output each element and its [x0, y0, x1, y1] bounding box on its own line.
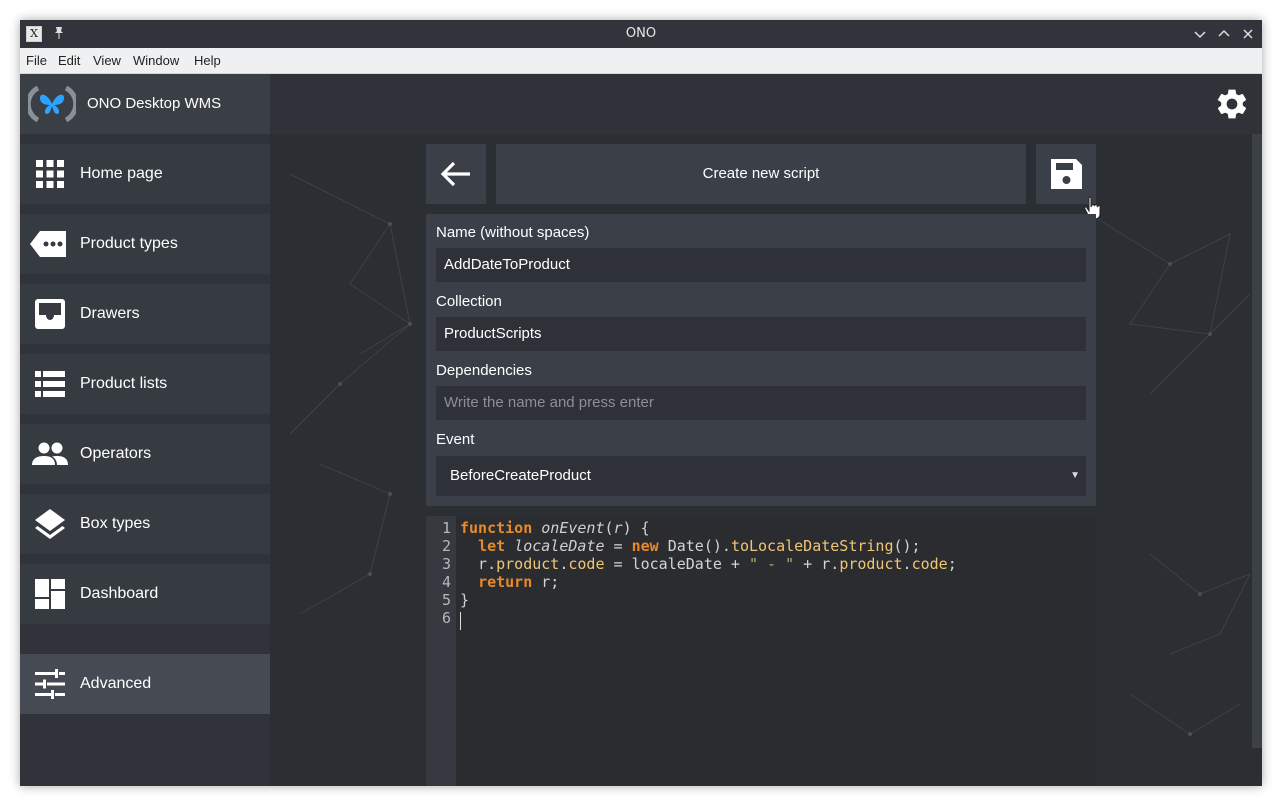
text-cursor — [460, 612, 461, 630]
code-line: return r; — [478, 573, 560, 591]
dependencies-label: Dependencies — [436, 362, 532, 379]
line-number: 3 — [441, 555, 451, 573]
event-select-value: BeforeCreateProduct — [450, 467, 591, 484]
name-field[interactable]: AddDateToProduct — [436, 248, 1086, 282]
dependencies-input[interactable] — [436, 386, 1086, 420]
minimize-icon[interactable] — [1192, 26, 1208, 42]
sidebar-item-label: Dashboard — [80, 585, 159, 602]
sidebar-item-label: Product lists — [80, 375, 168, 392]
sidebar-item-box-types[interactable]: Box types — [20, 494, 270, 554]
maximize-icon[interactable] — [1216, 26, 1232, 42]
line-number: 1 — [441, 519, 451, 537]
sidebar-nav: Home page Product types Drawers Product … — [20, 134, 270, 786]
line-number-gutter: 1 2 3 4 5 6 — [426, 516, 456, 786]
app-brand-title: ONO Desktop WMS — [87, 95, 222, 112]
inbox-icon — [32, 296, 68, 332]
sidebar-item-product-types[interactable]: Product types — [20, 214, 270, 274]
sidebar-item-label: Product types — [80, 235, 178, 252]
sidebar-item-product-lists[interactable]: Product lists — [20, 354, 270, 414]
code-line: function onEvent(r) { — [460, 519, 650, 537]
menu-bar: File Edit View Window Help — [20, 48, 1262, 74]
caret-down-icon: ▼ — [1070, 470, 1080, 481]
app-header-brand: ONO Desktop WMS — [20, 74, 270, 134]
menu-file[interactable]: File — [26, 48, 47, 74]
sidebar-item-home-page[interactable]: Home page — [20, 144, 270, 204]
line-number: 5 — [441, 591, 451, 609]
name-label: Name (without spaces) — [436, 224, 590, 241]
line-number: 4 — [441, 573, 451, 591]
window-title: ONO — [625, 26, 657, 41]
app-header-bar — [270, 74, 1262, 134]
code-line: r.product.code = localeDate + " - " + r.… — [460, 555, 957, 573]
gear-icon[interactable] — [1214, 86, 1250, 122]
main-scrollbar[interactable] — [1252, 134, 1262, 748]
line-number: 2 — [441, 537, 451, 555]
list-icon — [32, 366, 68, 402]
sidebar-item-operators[interactable]: Operators — [20, 424, 270, 484]
menu-help[interactable]: Help — [194, 48, 221, 74]
event-select[interactable]: BeforeCreateProduct ▼ — [436, 456, 1086, 496]
menu-edit[interactable]: Edit — [58, 48, 80, 74]
sidebar-item-advanced[interactable]: Advanced — [20, 654, 270, 714]
butterfly-logo-icon — [25, 84, 79, 124]
sidebar-item-label: Advanced — [80, 675, 152, 692]
code-line: let localeDate = new Date().toLocaleDate… — [478, 537, 921, 555]
code-text: function onEvent(r) { let localeDate = n… — [460, 516, 1090, 660]
line-number: 6 — [441, 609, 451, 627]
collection-label: Collection — [436, 293, 502, 310]
app-window: X ONO File Edit View Window Help ONO Des… — [20, 20, 1262, 786]
dashboard-icon — [32, 576, 68, 612]
create-new-script-button[interactable]: Create new script — [496, 144, 1026, 204]
save-icon — [1051, 159, 1082, 189]
code-line: } — [460, 591, 470, 609]
event-label: Event — [436, 431, 475, 448]
sidebar-item-dashboard[interactable]: Dashboard — [20, 564, 270, 624]
close-icon[interactable] — [1240, 26, 1256, 42]
save-button[interactable] — [1036, 144, 1096, 204]
title-bar: X ONO — [20, 20, 1262, 48]
grid-icon — [32, 156, 68, 192]
sidebar-item-label: Home page — [80, 165, 163, 182]
code-editor[interactable]: 1 2 3 4 5 6 function onEvent(r) { let lo… — [426, 516, 1096, 786]
collection-field[interactable]: ProductScripts — [436, 317, 1086, 351]
sliders-icon — [32, 666, 68, 702]
sidebar-item-label: Box types — [80, 515, 151, 532]
people-icon — [32, 436, 68, 472]
sidebar-item-label: Drawers — [80, 305, 140, 322]
arrow-left-icon — [440, 161, 470, 187]
sidebar-item-label: Operators — [80, 445, 152, 462]
sidebar-item-drawers[interactable]: Drawers — [20, 284, 270, 344]
script-form: Name (without spaces) AddDateToProduct C… — [426, 214, 1096, 506]
main-content: Create new script Name (without spaces) … — [270, 134, 1262, 786]
back-button[interactable] — [426, 144, 486, 204]
tag-icon — [30, 226, 68, 262]
menu-window[interactable]: Window — [133, 48, 179, 74]
menu-view[interactable]: View — [93, 48, 121, 74]
layers-icon — [32, 506, 68, 542]
